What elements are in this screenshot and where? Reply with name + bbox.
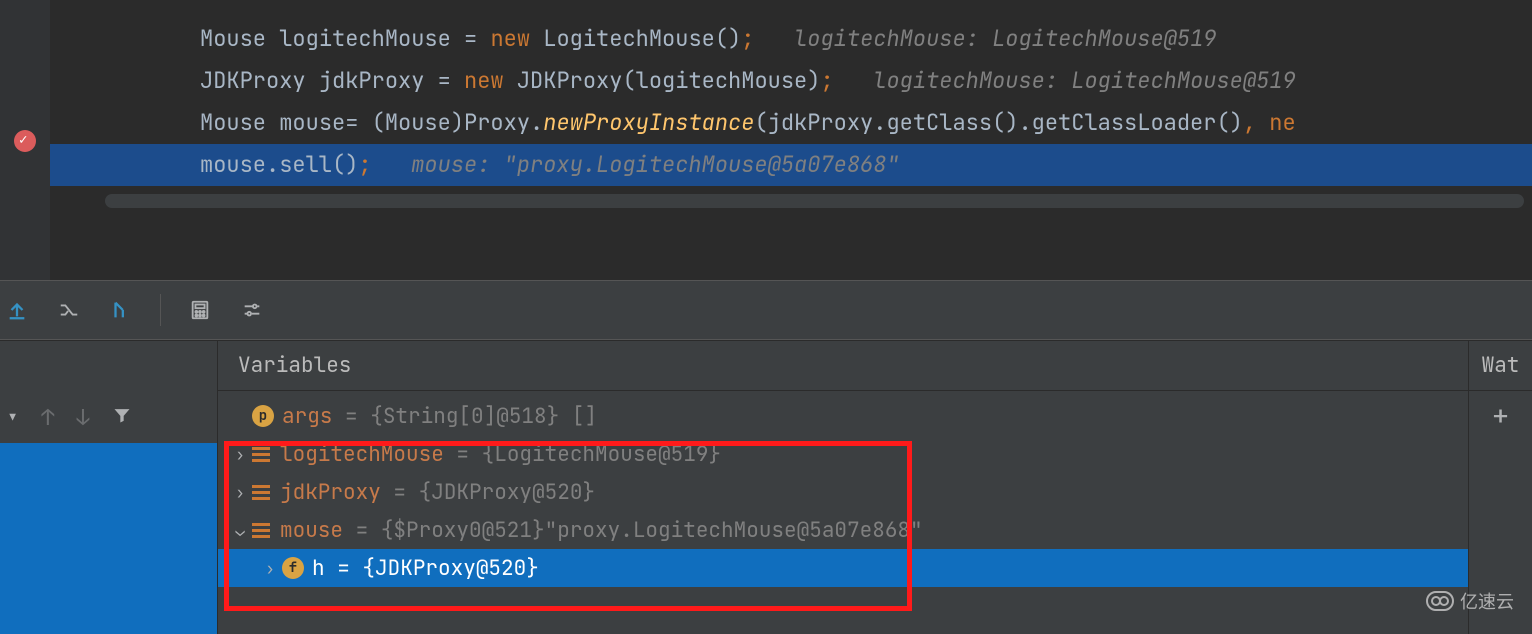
expand-icon[interactable]: ›: [228, 444, 252, 465]
var-value: {JDKProxy@520}: [362, 555, 538, 582]
var-name: h: [312, 555, 325, 582]
code-line: JDKProxy jdkProxy = new JDKProxy(logitec…: [50, 60, 1532, 102]
var-value: {LogitechMouse@519}: [482, 441, 721, 468]
object-icon: [252, 447, 270, 462]
arrow-down-icon[interactable]: ↓: [76, 403, 89, 432]
variable-row-args[interactable]: p args = {String[0]@518} []: [218, 397, 1468, 435]
code-line-current: mouse.sell(); mouse: "proxy.LogitechMous…: [50, 144, 1532, 186]
var-value: {String[0]@518} []: [370, 403, 597, 430]
variables-column: Variables p args = {String[0]@518} [] › …: [218, 341, 1468, 634]
collapse-icon[interactable]: ⌄: [228, 520, 252, 541]
var-name: jdkProxy: [280, 479, 381, 506]
var-name: mouse: [280, 517, 343, 544]
debug-panel: ▾ ↑ ↓ Variables p args = {String[0]@518}…: [0, 340, 1532, 634]
arrow-up-icon[interactable]: ↑: [41, 403, 54, 432]
add-watch-button[interactable]: +: [1469, 391, 1532, 439]
param-badge-icon: p: [252, 405, 274, 427]
watches-label: Wat: [1482, 352, 1520, 379]
code-line: Mouse mouse= (Mouse)Proxy.newProxyInstan…: [50, 102, 1532, 144]
expand-icon[interactable]: ›: [228, 482, 252, 503]
variables-body: p args = {String[0]@518} [] › logitechMo…: [218, 391, 1468, 634]
filter-icon[interactable]: [112, 403, 132, 432]
debug-toolbar: [0, 280, 1532, 340]
var-name: args: [282, 403, 332, 430]
watermark-icon: [1426, 591, 1454, 611]
watches-header: Wat: [1469, 341, 1532, 391]
calculator-icon[interactable]: [187, 297, 213, 323]
breakpoint-icon[interactable]: [14, 130, 36, 152]
frames-header: [0, 341, 217, 391]
var-string: "proxy.LogitechMouse@5a07e868": [545, 517, 923, 544]
variable-row-jdkproxy[interactable]: › jdkProxy = {JDKProxy@520}: [218, 473, 1468, 511]
frames-column: ▾ ↑ ↓: [0, 341, 218, 634]
frames-tools: ▾ ↑ ↓: [0, 391, 217, 443]
variables-header: Variables: [218, 341, 1468, 391]
ide-root: Mouse logitechMouse = new LogitechMouse(…: [0, 0, 1532, 634]
variable-row-mouse[interactable]: ⌄ mouse = {$Proxy0@521} "proxy.LogitechM…: [218, 511, 1468, 549]
code-line: Mouse logitechMouse = new LogitechMouse(…: [50, 18, 1532, 60]
dropdown-icon[interactable]: ▾: [6, 403, 19, 432]
var-value: {$Proxy0@521}: [381, 517, 545, 544]
variable-row-h[interactable]: › f h = {JDKProxy@520}: [218, 549, 1468, 587]
upload-icon[interactable]: [4, 297, 30, 323]
expand-icon[interactable]: ›: [258, 558, 282, 579]
settings-icon[interactable]: [239, 297, 265, 323]
object-icon: [252, 485, 270, 500]
goto-icon[interactable]: [108, 297, 134, 323]
horizontal-scrollbar[interactable]: [105, 194, 1524, 208]
variable-row-logitechmouse[interactable]: › logitechMouse = {LogitechMouse@519}: [218, 435, 1468, 473]
object-icon: [252, 523, 270, 538]
watermark-text: 亿速云: [1460, 588, 1514, 614]
var-value: {JDKProxy@520}: [419, 479, 595, 506]
editor-area: Mouse logitechMouse = new LogitechMouse(…: [0, 0, 1532, 280]
var-name: logitechMouse: [280, 441, 444, 468]
field-badge-icon: f: [282, 557, 304, 579]
shuffle-icon[interactable]: [56, 297, 82, 323]
variables-label: Variables: [238, 352, 351, 379]
toolbar-separator: [160, 294, 161, 326]
watermark: 亿速云: [1426, 588, 1514, 614]
code-editor[interactable]: Mouse logitechMouse = new LogitechMouse(…: [50, 0, 1532, 280]
editor-gutter: [0, 0, 50, 280]
frame-selected[interactable]: [0, 443, 217, 634]
